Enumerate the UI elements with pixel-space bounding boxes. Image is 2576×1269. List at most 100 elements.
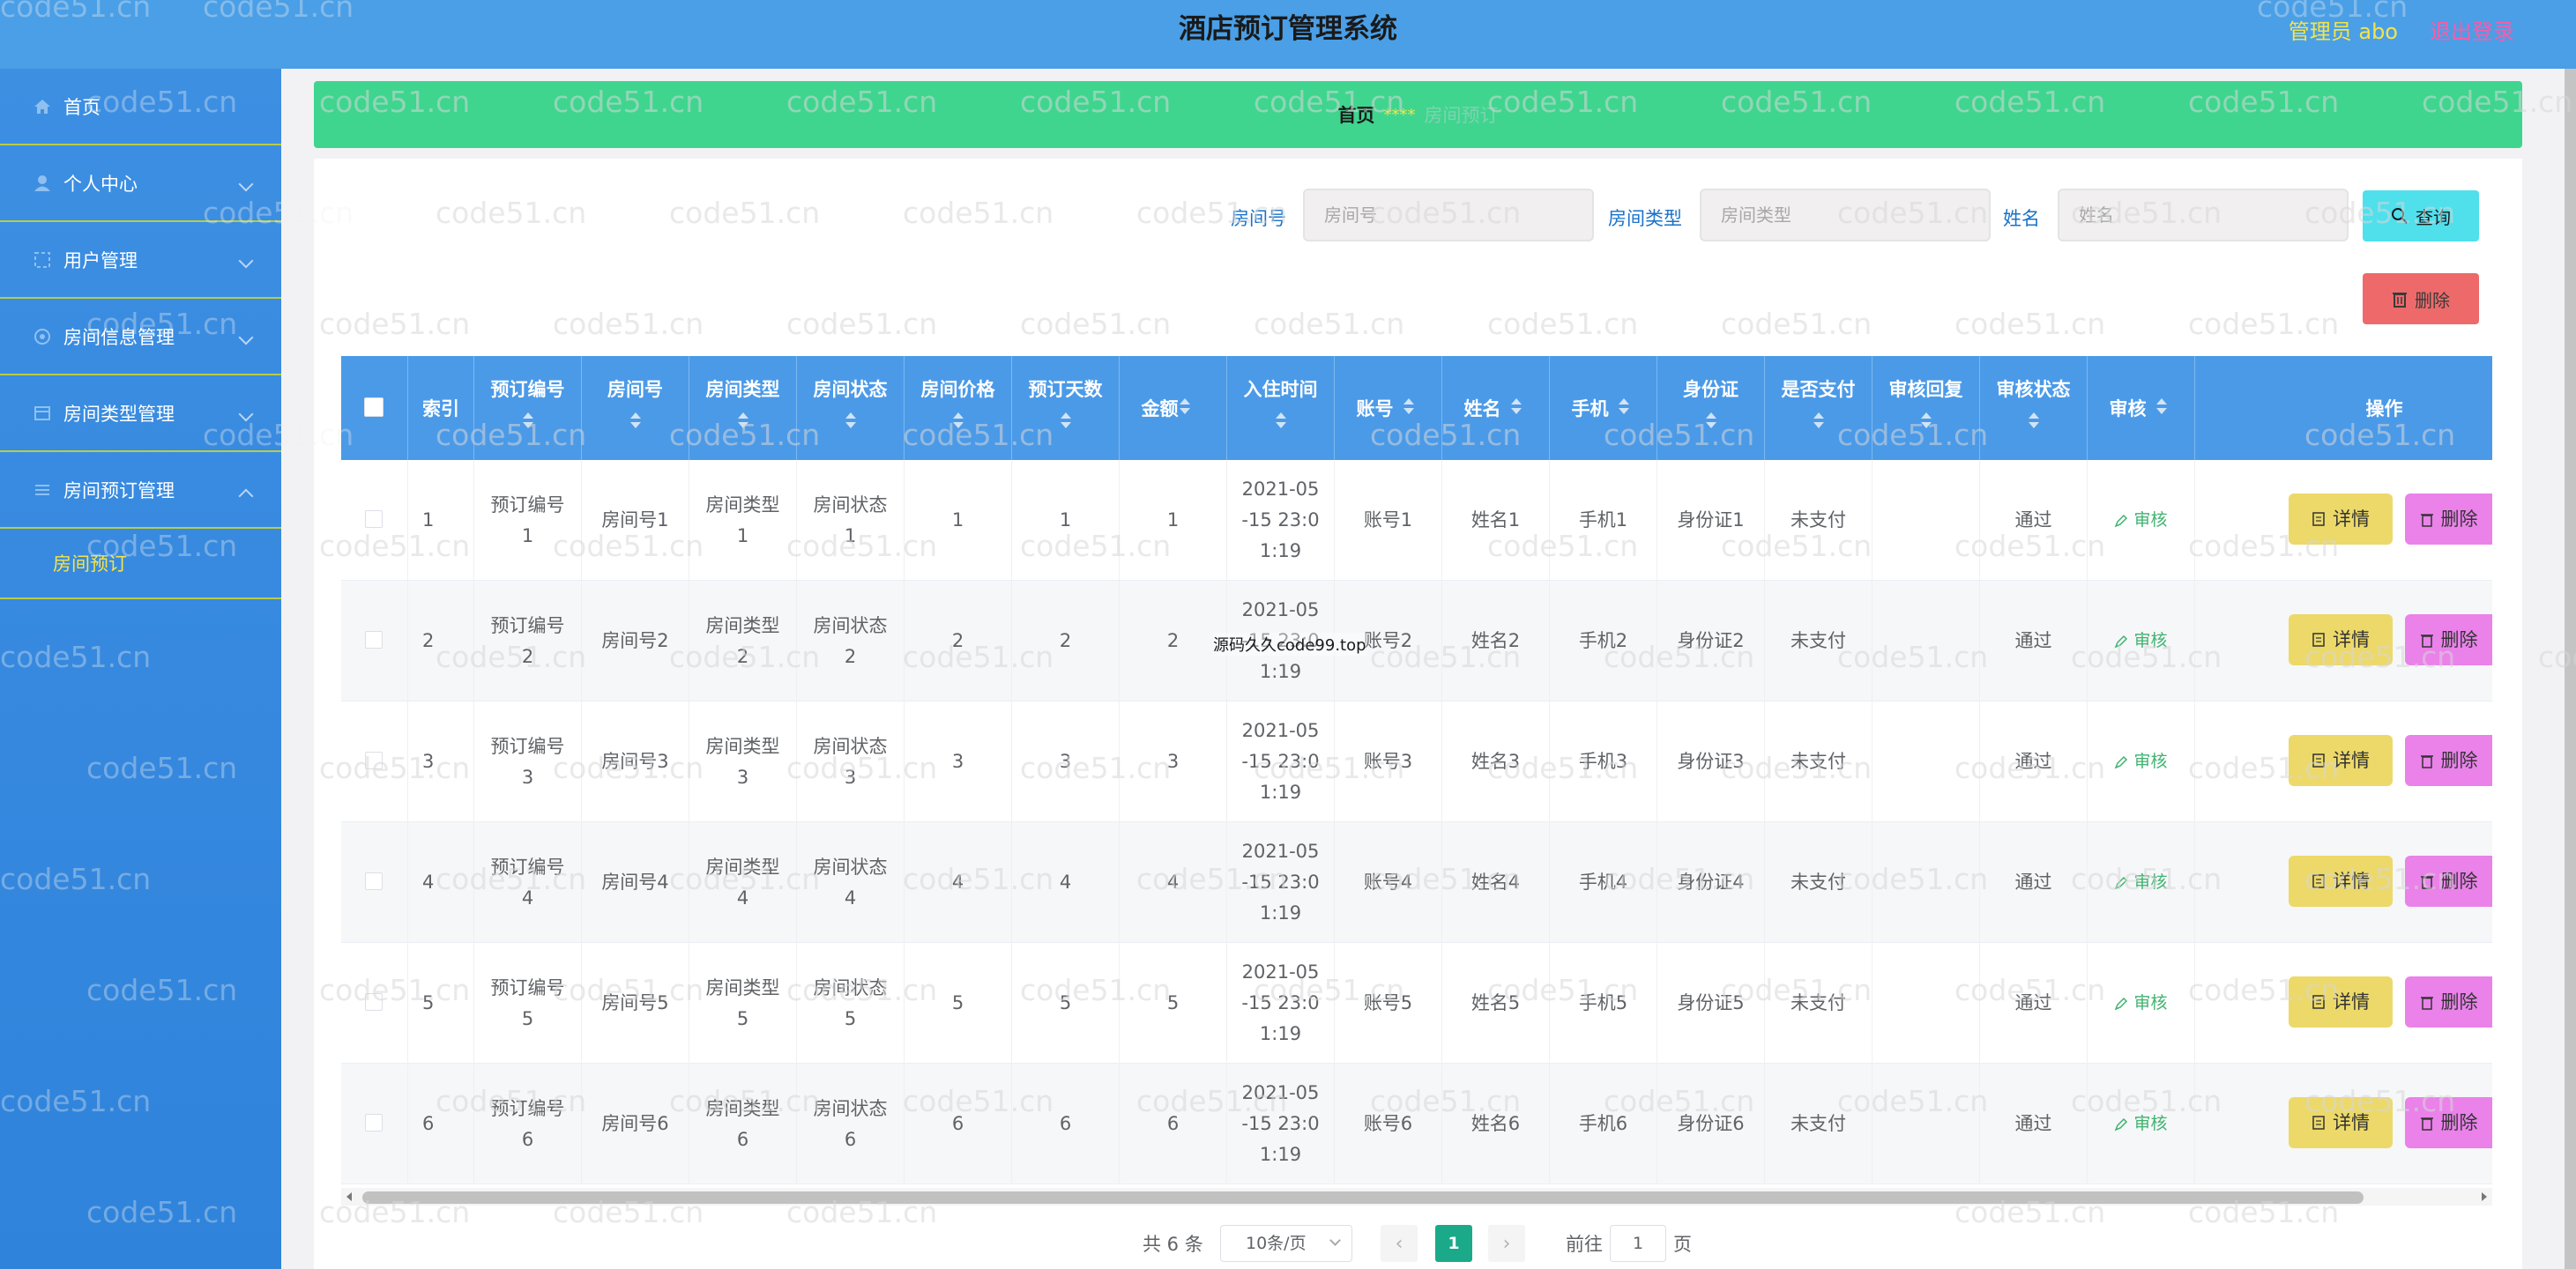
row-checkbox[interactable] xyxy=(365,993,383,1011)
batch-delete-button[interactable]: 删除 xyxy=(2363,273,2479,324)
col-booking-code[interactable]: 预订编号 xyxy=(474,356,582,460)
col-amount[interactable]: 金额 xyxy=(1120,356,1227,460)
row-delete-button[interactable]: 删除 xyxy=(2405,856,2492,907)
sort-icon xyxy=(1511,398,1522,414)
sidebar-item-room-info[interactable]: 房间信息管理 xyxy=(0,299,281,375)
sort-icon xyxy=(1619,398,1629,414)
cell-index: 5 xyxy=(408,943,474,1064)
row-checkbox[interactable] xyxy=(365,1114,383,1132)
col-index[interactable]: 索引 xyxy=(408,356,474,460)
cell-account: 账号4 xyxy=(1335,822,1442,943)
document-icon xyxy=(2312,994,2326,1010)
col-room-no[interactable]: 房间号 xyxy=(582,356,689,460)
cell-room-no: 房间号4 xyxy=(582,822,689,943)
audit-link[interactable]: 审核 xyxy=(2114,746,2168,777)
sort-icon xyxy=(1813,412,1824,428)
detail-button[interactable]: 详情 xyxy=(2289,494,2393,545)
audit-link[interactable]: 审核 xyxy=(2114,626,2168,657)
col-idcard[interactable]: 身份证 xyxy=(1657,356,1765,460)
horizontal-scroll-thumb[interactable] xyxy=(362,1191,2364,1204)
sidebar-subitem-room-booking[interactable]: 房间预订 xyxy=(0,529,281,599)
cell-audit: 审核 xyxy=(2088,460,2195,581)
sidebar-item-personal-center[interactable]: 个人中心 xyxy=(0,145,281,222)
home-icon xyxy=(32,96,53,117)
cell-idcard: 身份证3 xyxy=(1657,701,1765,822)
page-size-select[interactable]: 10条/页 xyxy=(1220,1225,1352,1262)
cell-name: 姓名3 xyxy=(1442,701,1550,822)
sort-icon xyxy=(737,412,748,428)
cell-days: 4 xyxy=(1012,822,1120,943)
cell-paid: 未支付 xyxy=(1765,943,1872,1064)
sort-icon xyxy=(1060,412,1071,428)
room-type-input[interactable]: 房间类型 xyxy=(1700,189,1991,241)
cell-account: 账号5 xyxy=(1335,943,1442,1064)
current-user: 管理员 abo xyxy=(2288,19,2398,44)
sidebar-item-label: 首页 xyxy=(63,96,101,118)
cell-idcard: 身份证5 xyxy=(1657,943,1765,1064)
select-all-checkbox[interactable] xyxy=(364,397,383,417)
row-checkbox[interactable] xyxy=(365,752,383,769)
col-audit-reply[interactable]: 审核回复 xyxy=(1872,356,1980,460)
audit-link[interactable]: 审核 xyxy=(2114,867,2168,898)
row-checkbox[interactable] xyxy=(365,631,383,649)
sidebar-item-room-booking[interactable]: 房间预订管理 xyxy=(0,452,281,529)
room-type-label: 房间类型 xyxy=(1608,208,1682,229)
row-delete-button[interactable]: 删除 xyxy=(2405,735,2492,786)
prev-page-button[interactable]: ‹ xyxy=(1381,1225,1418,1262)
cell-audit-status: 通过 xyxy=(1980,822,2088,943)
audit-link[interactable]: 审核 xyxy=(2114,1109,2168,1139)
col-room-type[interactable]: 房间类型 xyxy=(689,356,797,460)
row-checkbox[interactable] xyxy=(365,872,383,890)
detail-button[interactable]: 详情 xyxy=(2289,614,2393,665)
breadcrumb-home[interactable]: 首页 xyxy=(1338,101,1375,128)
page-number-current[interactable]: 1 xyxy=(1435,1225,1472,1262)
row-delete-button[interactable]: 删除 xyxy=(2405,976,2492,1028)
goto-page-input[interactable]: 1 xyxy=(1610,1225,1666,1262)
sidebar-item-user-management[interactable]: 用户管理 xyxy=(0,222,281,299)
cell-amount: 6 xyxy=(1120,1064,1227,1184)
col-audit[interactable]: 审核 xyxy=(2088,356,2195,460)
cell-room-status: 房间状态 5 xyxy=(797,943,905,1064)
room-no-label: 房间号 xyxy=(1231,208,1286,229)
search-button[interactable]: 查询 xyxy=(2363,190,2479,241)
scroll-left-icon[interactable] xyxy=(346,1192,352,1201)
trash-icon xyxy=(2420,511,2434,527)
cell-idcard: 身份证1 xyxy=(1657,460,1765,581)
cell-index: 2 xyxy=(408,581,474,701)
sort-icon xyxy=(2028,412,2039,428)
detail-button[interactable]: 详情 xyxy=(2289,735,2393,786)
sort-icon xyxy=(1705,412,1716,428)
detail-button[interactable]: 详情 xyxy=(2289,976,2393,1028)
search-icon xyxy=(2391,207,2408,225)
detail-button[interactable]: 详情 xyxy=(2289,1097,2393,1148)
detail-button[interactable]: 详情 xyxy=(2289,856,2393,907)
sidebar-item-home[interactable]: 首页 xyxy=(0,69,281,145)
logout-link[interactable]: 退出登录 xyxy=(2430,14,2514,45)
vertical-scrollbar[interactable] xyxy=(2565,69,2576,1269)
cell-checkin: 2021-05 -15 23:0 1:19 xyxy=(1227,460,1335,581)
col-paid[interactable]: 是否支付 xyxy=(1765,356,1872,460)
room-no-input[interactable]: 房间号 xyxy=(1303,189,1594,241)
sidebar-item-room-type[interactable]: 房间类型管理 xyxy=(0,375,281,452)
list-icon xyxy=(32,479,53,501)
name-input[interactable]: 姓名 xyxy=(2058,189,2349,241)
table-header: 索引 预订编号 房间号 房间类型 房间状态 房间价格 预订天数 金额 入住时间 … xyxy=(341,356,2492,460)
cell-name: 姓名1 xyxy=(1442,460,1550,581)
row-checkbox[interactable] xyxy=(365,510,383,528)
cell-booking-code: 预订编号 1 xyxy=(474,460,582,581)
col-room-price[interactable]: 房间价格 xyxy=(905,356,1012,460)
document-icon xyxy=(2312,511,2326,527)
audit-link[interactable]: 审核 xyxy=(2114,505,2168,536)
row-delete-button[interactable]: 删除 xyxy=(2405,614,2492,665)
scroll-right-icon[interactable] xyxy=(2482,1192,2487,1201)
audit-link[interactable]: 审核 xyxy=(2114,988,2168,1019)
row-delete-button[interactable]: 删除 xyxy=(2405,1097,2492,1148)
col-phone[interactable]: 手机 xyxy=(1550,356,1657,460)
row-delete-button[interactable]: 删除 xyxy=(2405,494,2492,545)
next-page-button[interactable]: › xyxy=(1488,1225,1525,1262)
select-all-column xyxy=(341,356,408,460)
horizontal-scrollbar[interactable] xyxy=(341,1188,2492,1206)
cell-actions: 详情 删除 xyxy=(2195,822,2492,943)
cell-phone: 手机4 xyxy=(1550,822,1657,943)
col-room-status[interactable]: 房间状态 xyxy=(797,356,905,460)
